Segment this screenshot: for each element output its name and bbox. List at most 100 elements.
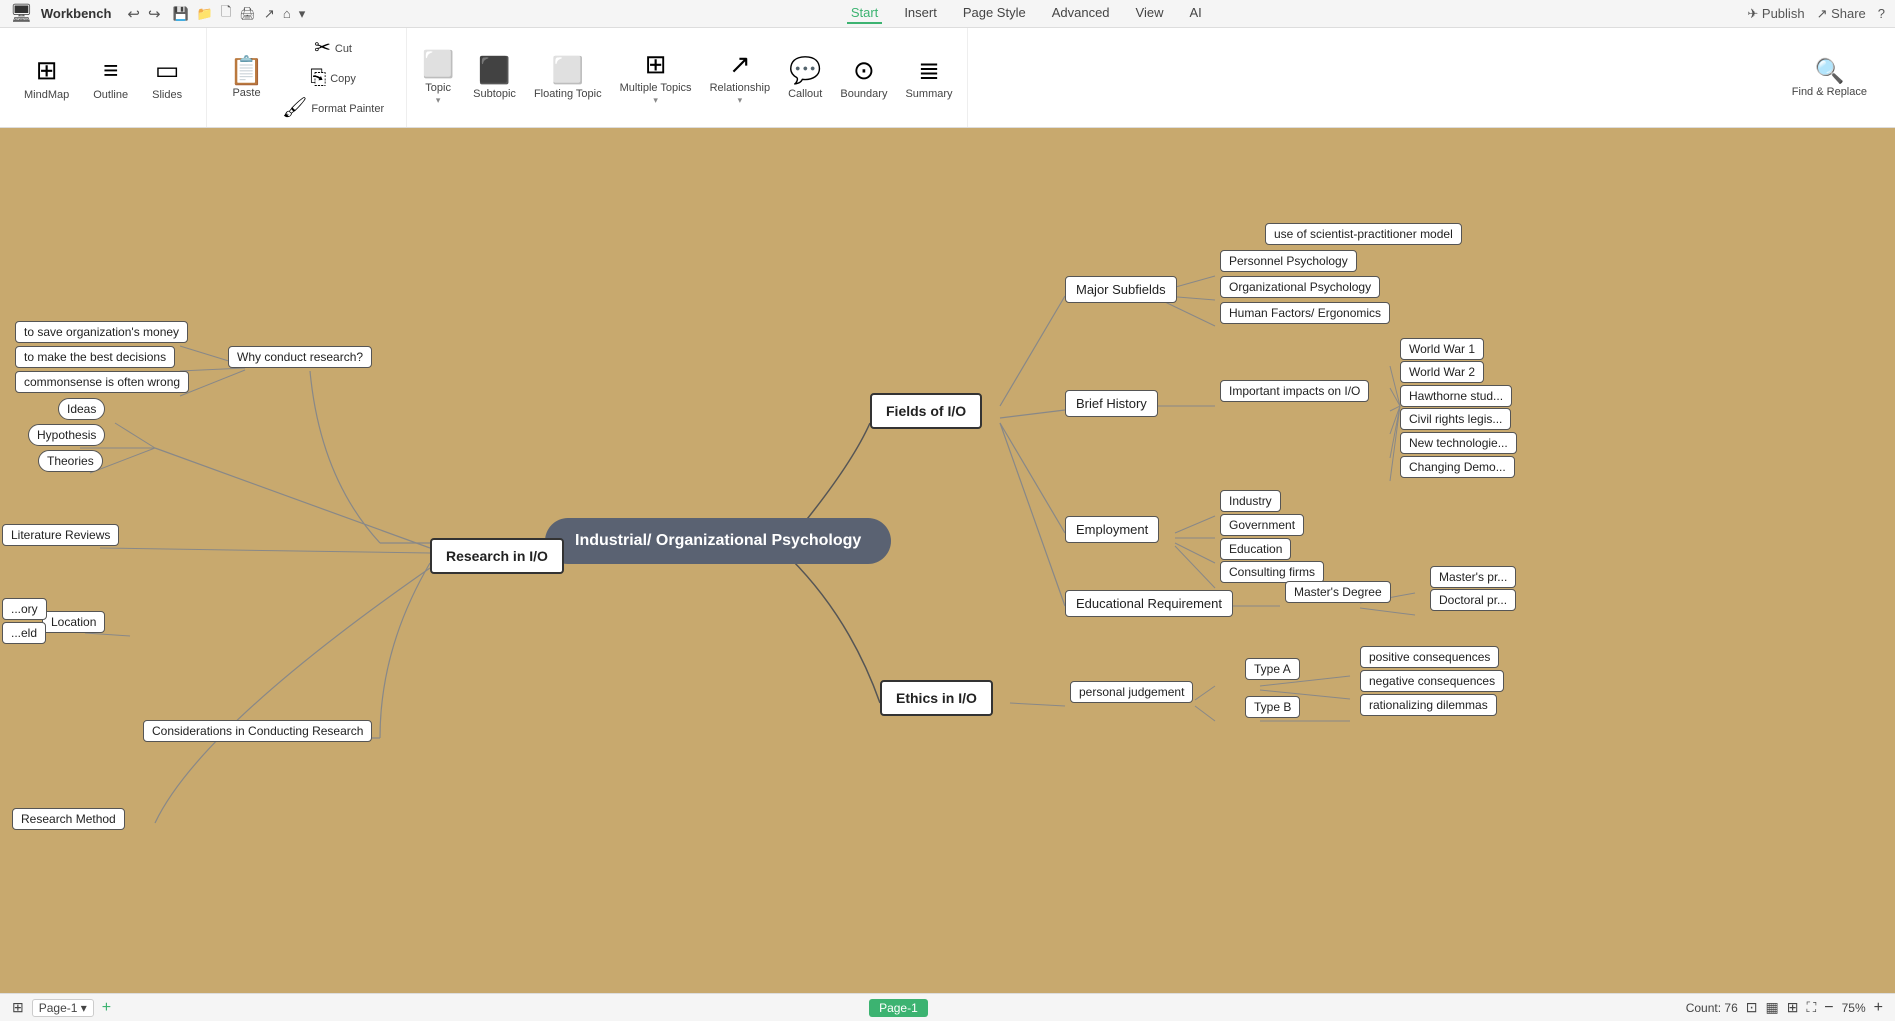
nav-page-style[interactable]: Page Style <box>959 3 1030 24</box>
education-node[interactable]: Education <box>1220 538 1291 560</box>
slides-view-btn[interactable]: ▭ Slides <box>142 49 192 107</box>
hypothesis-node[interactable]: Hypothesis <box>28 424 105 446</box>
new-tech-node[interactable]: New technologie... <box>1400 432 1517 454</box>
subtopic-label: Subtopic <box>473 88 516 100</box>
mindmap-view-btn[interactable]: ⊞ MindMap <box>14 49 79 107</box>
boundary-label: Boundary <box>840 88 887 100</box>
why-conduct-node[interactable]: Why conduct research? <box>228 346 372 368</box>
nav-advanced[interactable]: Advanced <box>1048 3 1114 24</box>
relationship-btn[interactable]: ↗ Relationship <box>702 45 779 110</box>
grid-icon[interactable]: ⊞ <box>12 999 24 1016</box>
boundary-btn[interactable]: ⊙ Boundary <box>832 51 895 104</box>
share-btn[interactable]: ↗ Share <box>1817 6 1866 22</box>
ideas-node[interactable]: Ideas <box>58 398 105 420</box>
export-btn[interactable]: ↗ <box>264 6 275 22</box>
field-partial-node[interactable]: ...eld <box>2 622 46 644</box>
edu-req-node[interactable]: Educational Requirement <box>1065 590 1233 617</box>
fit-icon[interactable]: ⊡ <box>1746 999 1758 1016</box>
publish-btn[interactable]: ✈ Publish <box>1747 6 1804 22</box>
use-scientist-node[interactable]: use of scientist-practitioner model <box>1265 223 1462 245</box>
masters-degree-node[interactable]: Master's Degree <box>1285 581 1391 603</box>
industry-node[interactable]: Industry <box>1220 490 1281 512</box>
hawthorne-node[interactable]: Hawthorne stud... <box>1400 385 1512 407</box>
layout-icon2[interactable]: ⊞ <box>1787 999 1799 1016</box>
page-selector-label: Page-1 <box>39 1001 78 1015</box>
home-btn[interactable]: ⌂ <box>283 6 291 21</box>
brief-history-node[interactable]: Brief History <box>1065 390 1158 417</box>
topic-btn[interactable]: ⬜ Topic <box>413 45 463 110</box>
floating-topic-btn[interactable]: ⬜ Floating Topic <box>526 51 610 104</box>
copy-btn[interactable]: ⎘ Copy <box>274 64 392 92</box>
important-impacts-node[interactable]: Important impacts on I/O <box>1220 380 1369 402</box>
callout-btn[interactable]: 💬 Callout <box>780 51 830 104</box>
pos-conseq-node[interactable]: positive consequences <box>1360 646 1499 668</box>
paste-btn[interactable]: 📋 Paste <box>221 53 272 103</box>
human-factors-node[interactable]: Human Factors/ Ergonomics <box>1220 302 1390 324</box>
summary-label: Summary <box>905 88 952 100</box>
ethics-node[interactable]: Ethics in I/O <box>880 680 993 716</box>
masters-pr-node[interactable]: Master's pr... <box>1430 566 1516 588</box>
save-money-node[interactable]: to save organization's money <box>15 321 188 343</box>
outline-view-btn[interactable]: ≡ Outline <box>83 49 138 107</box>
multiple-topics-btn[interactable]: ⊞ Multiple Topics <box>612 45 700 110</box>
summary-btn[interactable]: ≣ Summary <box>897 51 960 104</box>
commonsense-node[interactable]: commonsense is often wrong <box>15 371 189 393</box>
best-decisions-node[interactable]: to make the best decisions <box>15 346 175 368</box>
app-icon: 🖥 <box>10 3 33 24</box>
location-node[interactable]: Location <box>42 611 105 633</box>
save-btn[interactable]: 💾 <box>173 6 189 22</box>
help-btn[interactable]: ? <box>1878 6 1885 21</box>
lit-reviews-node[interactable]: Literature Reviews <box>2 524 119 546</box>
redo-btn[interactable]: ↪ <box>148 5 161 23</box>
nav-start[interactable]: Start <box>847 3 882 24</box>
copy-icon: ⎘ <box>310 68 326 88</box>
page-selector[interactable]: Page-1 ▾ <box>32 999 94 1017</box>
print-btn[interactable]: 🖨 <box>239 6 256 22</box>
history-partial-node[interactable]: ...ory <box>2 598 47 620</box>
ww2-node[interactable]: World War 2 <box>1400 361 1484 383</box>
subtopic-btn[interactable]: ⬛ Subtopic <box>465 51 524 104</box>
type-a-node[interactable]: Type A <box>1245 658 1300 680</box>
undo-btn[interactable]: ↩ <box>127 5 140 23</box>
research-method-node[interactable]: Research Method <box>12 808 125 830</box>
ww1-node[interactable]: World War 1 <box>1400 338 1484 360</box>
cut-btn[interactable]: ✂ Cut <box>274 34 392 62</box>
research-node[interactable]: Research in I/O <box>430 538 564 574</box>
add-page-btn[interactable]: + <box>102 999 111 1017</box>
zoom-out-btn[interactable]: − <box>1824 999 1833 1017</box>
personnel-psych-node[interactable]: Personnel Psychology <box>1220 250 1357 272</box>
nav-ai[interactable]: AI <box>1185 3 1205 24</box>
more-btn[interactable]: ▾ <box>299 6 306 22</box>
changing-demo-node[interactable]: Changing Demo... <box>1400 456 1515 478</box>
insert-group: ⬜ Topic ⬛ Subtopic ⬜ Floating Topic ⊞ Mu… <box>407 28 967 127</box>
rationalizing-node[interactable]: rationalizing dilemmas <box>1360 694 1497 716</box>
central-node[interactable]: Industrial/ Organizational Psychology <box>545 518 891 564</box>
zoom-level[interactable]: 75% <box>1842 1001 1866 1015</box>
major-subfields-node[interactable]: Major Subfields <box>1065 276 1177 303</box>
civil-rights-node[interactable]: Civil rights legis... <box>1400 408 1511 430</box>
layout-icon1[interactable]: ▦ <box>1766 999 1779 1016</box>
page-tab[interactable]: Page-1 <box>869 999 928 1017</box>
outline-label: Outline <box>93 89 128 101</box>
zoom-in-btn[interactable]: + <box>1874 999 1883 1017</box>
canvas[interactable]: Industrial/ Organizational Psychology Fi… <box>0 128 1895 993</box>
neg-conseq-node[interactable]: negative consequences <box>1360 670 1504 692</box>
government-node[interactable]: Government <box>1220 514 1304 536</box>
doctoral-pr-node[interactable]: Doctoral pr... <box>1430 589 1516 611</box>
fullscreen-icon[interactable]: ⛶ <box>1806 999 1816 1016</box>
employment-node[interactable]: Employment <box>1065 516 1159 543</box>
format-painter-btn[interactable]: 🖌 Format Painter <box>274 94 392 122</box>
type-b-node[interactable]: Type B <box>1245 696 1300 718</box>
relationship-icon: ↗ <box>729 49 751 80</box>
considerations-node[interactable]: Considerations in Conducting Research <box>143 720 372 742</box>
nav-view[interactable]: View <box>1132 3 1168 24</box>
org-psych-node[interactable]: Organizational Psychology <box>1220 276 1380 298</box>
open-btn[interactable]: 📁 <box>197 6 213 22</box>
find-replace-btn[interactable]: 🔍 Find & Replace <box>1780 51 1879 104</box>
fields-node[interactable]: Fields of I/O <box>870 393 982 429</box>
consulting-node[interactable]: Consulting firms <box>1220 561 1324 583</box>
personal-judgement-node[interactable]: personal judgement <box>1070 681 1193 703</box>
new-btn[interactable]: 🗋 <box>221 3 231 25</box>
theories-node[interactable]: Theories <box>38 450 103 472</box>
nav-insert[interactable]: Insert <box>900 3 941 24</box>
